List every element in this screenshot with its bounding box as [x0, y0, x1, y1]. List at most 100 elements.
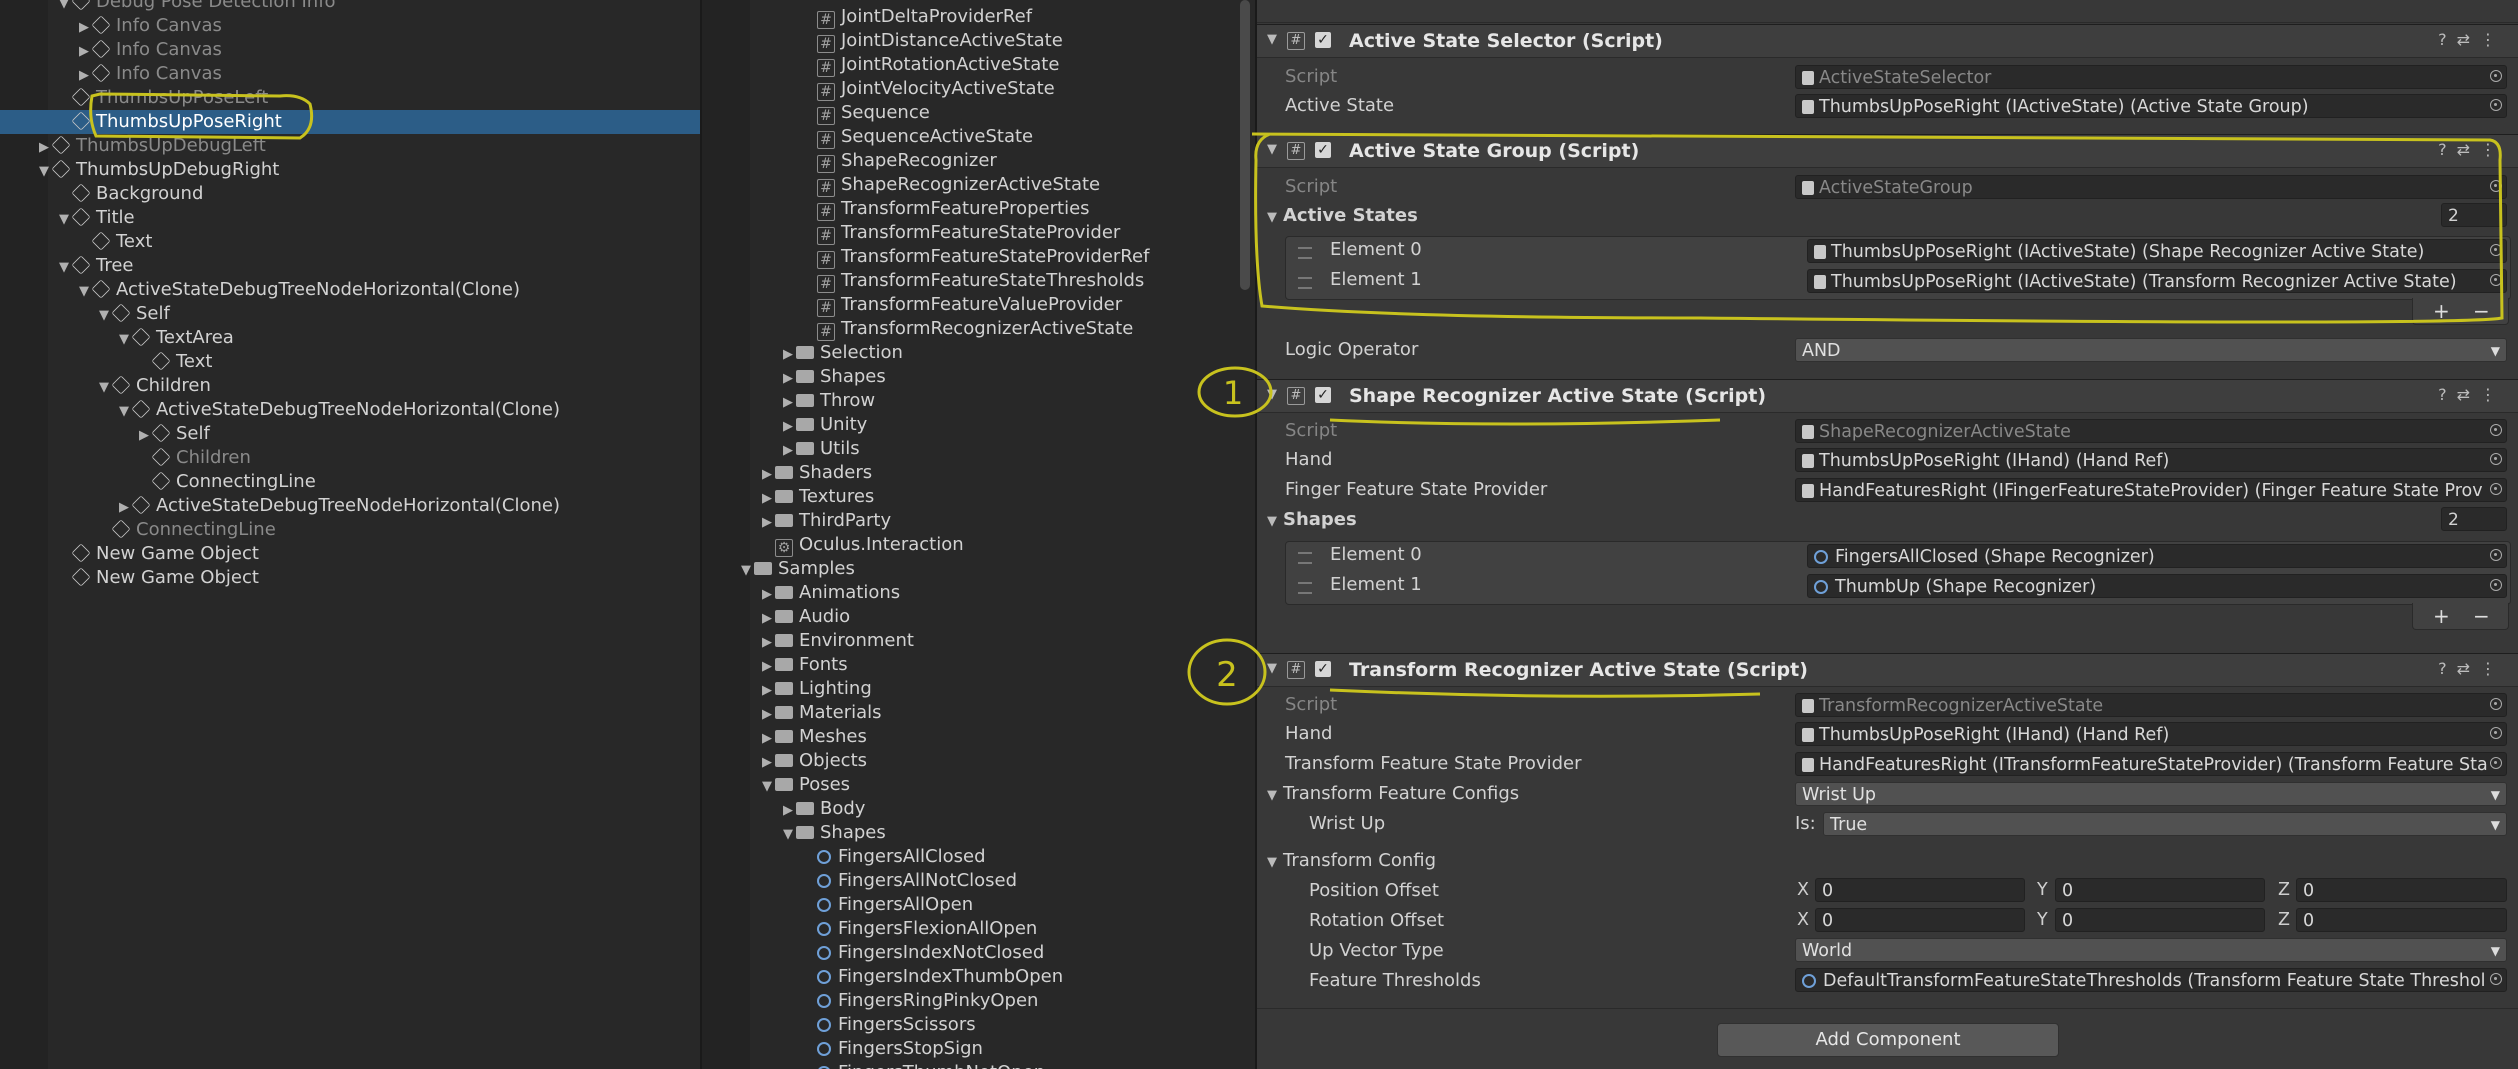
project-item[interactable]: FingersRingPinkyOpen	[801, 989, 1038, 1013]
project-item[interactable]: # TransformFeatureStateProvider	[801, 221, 1120, 245]
expand-arrow-right-icon[interactable]: ▶	[759, 631, 775, 655]
object-picker-icon[interactable]	[2490, 757, 2502, 769]
project-item[interactable]: # Sequence	[801, 101, 930, 125]
expand-arrow-down-icon[interactable]: ▼	[36, 160, 52, 184]
active-states-foldout[interactable]: ▼ Active States	[1267, 205, 1418, 226]
project-item[interactable]: # ShapeRecognizer	[801, 149, 997, 173]
expand-arrow-right-icon[interactable]: ▶	[759, 487, 775, 511]
hierarchy-item[interactable]: ThumbsUpPoseRight	[0, 110, 700, 134]
expand-arrow-right-icon[interactable]: ▶	[759, 511, 775, 535]
component-header-active-state-group[interactable]: ▼ # ✓ Active State Group (Script) ?⇄⋮	[1257, 134, 2518, 168]
project-item[interactable]: ▶ ThirdParty	[759, 509, 891, 533]
transform-config-foldout[interactable]: ▼ Transform Config	[1267, 850, 1436, 871]
hierarchy-item[interactable]: ▼ ThumbsUpDebugRight	[36, 158, 279, 182]
project-item[interactable]: ▶ Unity	[780, 413, 867, 437]
project-item[interactable]: ▶ Shaders	[759, 461, 872, 485]
expand-arrow-right-icon[interactable]: ▶	[759, 751, 775, 775]
enabled-checkbox[interactable]: ✓	[1315, 142, 1331, 158]
project-item[interactable]: ▶ Fonts	[759, 653, 848, 677]
project-scrollbar[interactable]	[1240, 0, 1250, 290]
transform-feature-configs-dropdown[interactable]: Wrist Up ▼	[1795, 782, 2507, 806]
expand-arrow-right-icon[interactable]: ▶	[759, 463, 775, 487]
project-item[interactable]: # JointVelocityActiveState	[801, 77, 1055, 101]
shapes-foldout[interactable]: ▼ Shapes	[1267, 509, 1357, 530]
project-item[interactable]: ▶ Meshes	[759, 725, 867, 749]
component-tools-icon[interactable]: ?⇄⋮	[2438, 659, 2506, 678]
project-item[interactable]: ▶ Textures	[759, 485, 874, 509]
expand-arrow-right-icon[interactable]: ▶	[780, 391, 796, 415]
project-item[interactable]: # SequenceActiveState	[801, 125, 1033, 149]
rotation-y-field[interactable]: 0	[2055, 908, 2265, 932]
hierarchy-item[interactable]: Children	[136, 446, 251, 470]
expand-arrow-right-icon[interactable]: ▶	[759, 583, 775, 607]
expand-arrow-right-icon[interactable]: ▶	[759, 703, 775, 727]
object-picker-icon[interactable]	[2490, 698, 2502, 710]
transform-feature-state-provider-field[interactable]: HandFeaturesRight (ITransformFeatureStat…	[1795, 752, 2507, 776]
hierarchy-item[interactable]: ▼ ActiveStateDebugTreeNodeHorizontal(Clon…	[116, 398, 560, 422]
script-field[interactable]: ActiveStateSelector	[1795, 65, 2507, 89]
hierarchy-item[interactable]: ▶ Info Canvas	[76, 62, 222, 86]
expand-arrow-right-icon[interactable]: ▶	[36, 136, 52, 160]
expand-arrow-down-icon[interactable]: ▼	[780, 823, 796, 847]
expand-arrow-down-icon[interactable]: ▼	[116, 400, 132, 424]
expand-arrow-right-icon[interactable]: ▶	[780, 799, 796, 823]
hierarchy-item[interactable]: ▼ TextArea	[116, 326, 234, 350]
project-item[interactable]: FingersThumbNotOpen	[801, 1061, 1045, 1069]
expand-arrow-right-icon[interactable]: ▶	[759, 679, 775, 703]
object-picker-icon[interactable]	[2490, 70, 2502, 82]
hierarchy-item[interactable]: ▶ Self	[136, 422, 210, 446]
rotation-x-field[interactable]: 0	[1815, 908, 2025, 932]
remove-element-button[interactable]: −	[2473, 298, 2490, 324]
component-tools-icon[interactable]: ?⇄⋮	[2438, 140, 2506, 159]
object-picker-icon[interactable]	[2490, 579, 2502, 591]
object-picker-icon[interactable]	[2490, 973, 2502, 985]
foldout-arrow-icon[interactable]: ▼	[1267, 661, 1277, 676]
expand-arrow-down-icon[interactable]: ▼	[738, 559, 754, 583]
component-tools-icon[interactable]: ?⇄⋮	[2438, 385, 2506, 404]
project-item[interactable]: ▶ Objects	[759, 749, 867, 773]
project-item[interactable]: ▶ Shapes	[780, 365, 886, 389]
project-item[interactable]: FingersAllNotClosed	[801, 869, 1017, 893]
expand-arrow-right-icon[interactable]: ▶	[759, 655, 775, 679]
hierarchy-item[interactable]: New Game Object	[56, 566, 259, 590]
drag-handle-icon[interactable]	[1298, 552, 1312, 564]
element-field[interactable]: ThumbUp (Shape Recognizer)	[1807, 574, 2507, 598]
feature-thresholds-field[interactable]: DefaultTransformFeatureStateThresholds (…	[1795, 968, 2507, 992]
position-z-field[interactable]: 0	[2296, 878, 2507, 902]
project-item[interactable]: ▶ Selection	[780, 341, 903, 365]
expand-arrow-right-icon[interactable]: ▶	[780, 343, 796, 367]
enabled-checkbox[interactable]: ✓	[1315, 32, 1331, 48]
expand-arrow-down-icon[interactable]: ▼	[76, 280, 92, 304]
up-vector-type-dropdown[interactable]: World ▼	[1795, 938, 2507, 962]
project-item[interactable]: ▶ Utils	[780, 437, 860, 461]
add-component-button[interactable]: Add Component	[1717, 1023, 2059, 1057]
expand-arrow-right-icon[interactable]: ▶	[780, 415, 796, 439]
foldout-arrow-icon[interactable]: ▼	[1267, 142, 1277, 157]
project-item[interactable]: ▶ Audio	[759, 605, 850, 629]
project-item[interactable]: ▼ Poses	[759, 773, 850, 797]
project-item[interactable]: # TransformFeatureValueProvider	[801, 293, 1122, 317]
add-element-button[interactable]: +	[2433, 603, 2450, 629]
expand-arrow-right-icon[interactable]: ▶	[76, 64, 92, 88]
foldout-arrow-icon[interactable]: ▼	[1267, 32, 1277, 47]
hierarchy-item[interactable]: ▼ Debug Pose Detection Info	[56, 0, 336, 14]
component-header-transform-recognizer-active-state[interactable]: ▼ # ✓ Transform Recognizer Active State …	[1257, 653, 2518, 687]
hierarchy-item[interactable]: ▼ ActiveStateDebugTreeNodeHorizontal(Clon…	[76, 278, 520, 302]
project-item[interactable]: ▶ Throw	[780, 389, 875, 413]
shapes-count[interactable]: 2	[2441, 507, 2507, 531]
project-item[interactable]: # TransformFeatureStateThresholds	[801, 269, 1144, 293]
hierarchy-item[interactable]: Background	[56, 182, 203, 206]
hierarchy-item[interactable]: ▶ ActiveStateDebugTreeNodeHorizontal(Clon…	[116, 494, 560, 518]
project-item[interactable]: ⚙ Oculus.Interaction	[759, 533, 964, 557]
project-item[interactable]: ▶ Lighting	[759, 677, 872, 701]
expand-arrow-right-icon[interactable]: ▶	[76, 40, 92, 64]
element-field[interactable]: FingersAllClosed (Shape Recognizer)	[1807, 544, 2507, 568]
expand-arrow-down-icon[interactable]: ▼	[96, 304, 112, 328]
component-tools-icon[interactable]: ?⇄⋮	[2438, 30, 2506, 49]
project-item[interactable]: # TransformFeatureProperties	[801, 197, 1090, 221]
expand-arrow-right-icon[interactable]: ▶	[759, 607, 775, 631]
project-item[interactable]: # JointDistanceActiveState	[801, 29, 1063, 53]
expand-arrow-right-icon[interactable]: ▶	[759, 727, 775, 751]
project-item[interactable]: FingersFlexionAllOpen	[801, 917, 1037, 941]
enabled-checkbox[interactable]: ✓	[1315, 661, 1331, 677]
